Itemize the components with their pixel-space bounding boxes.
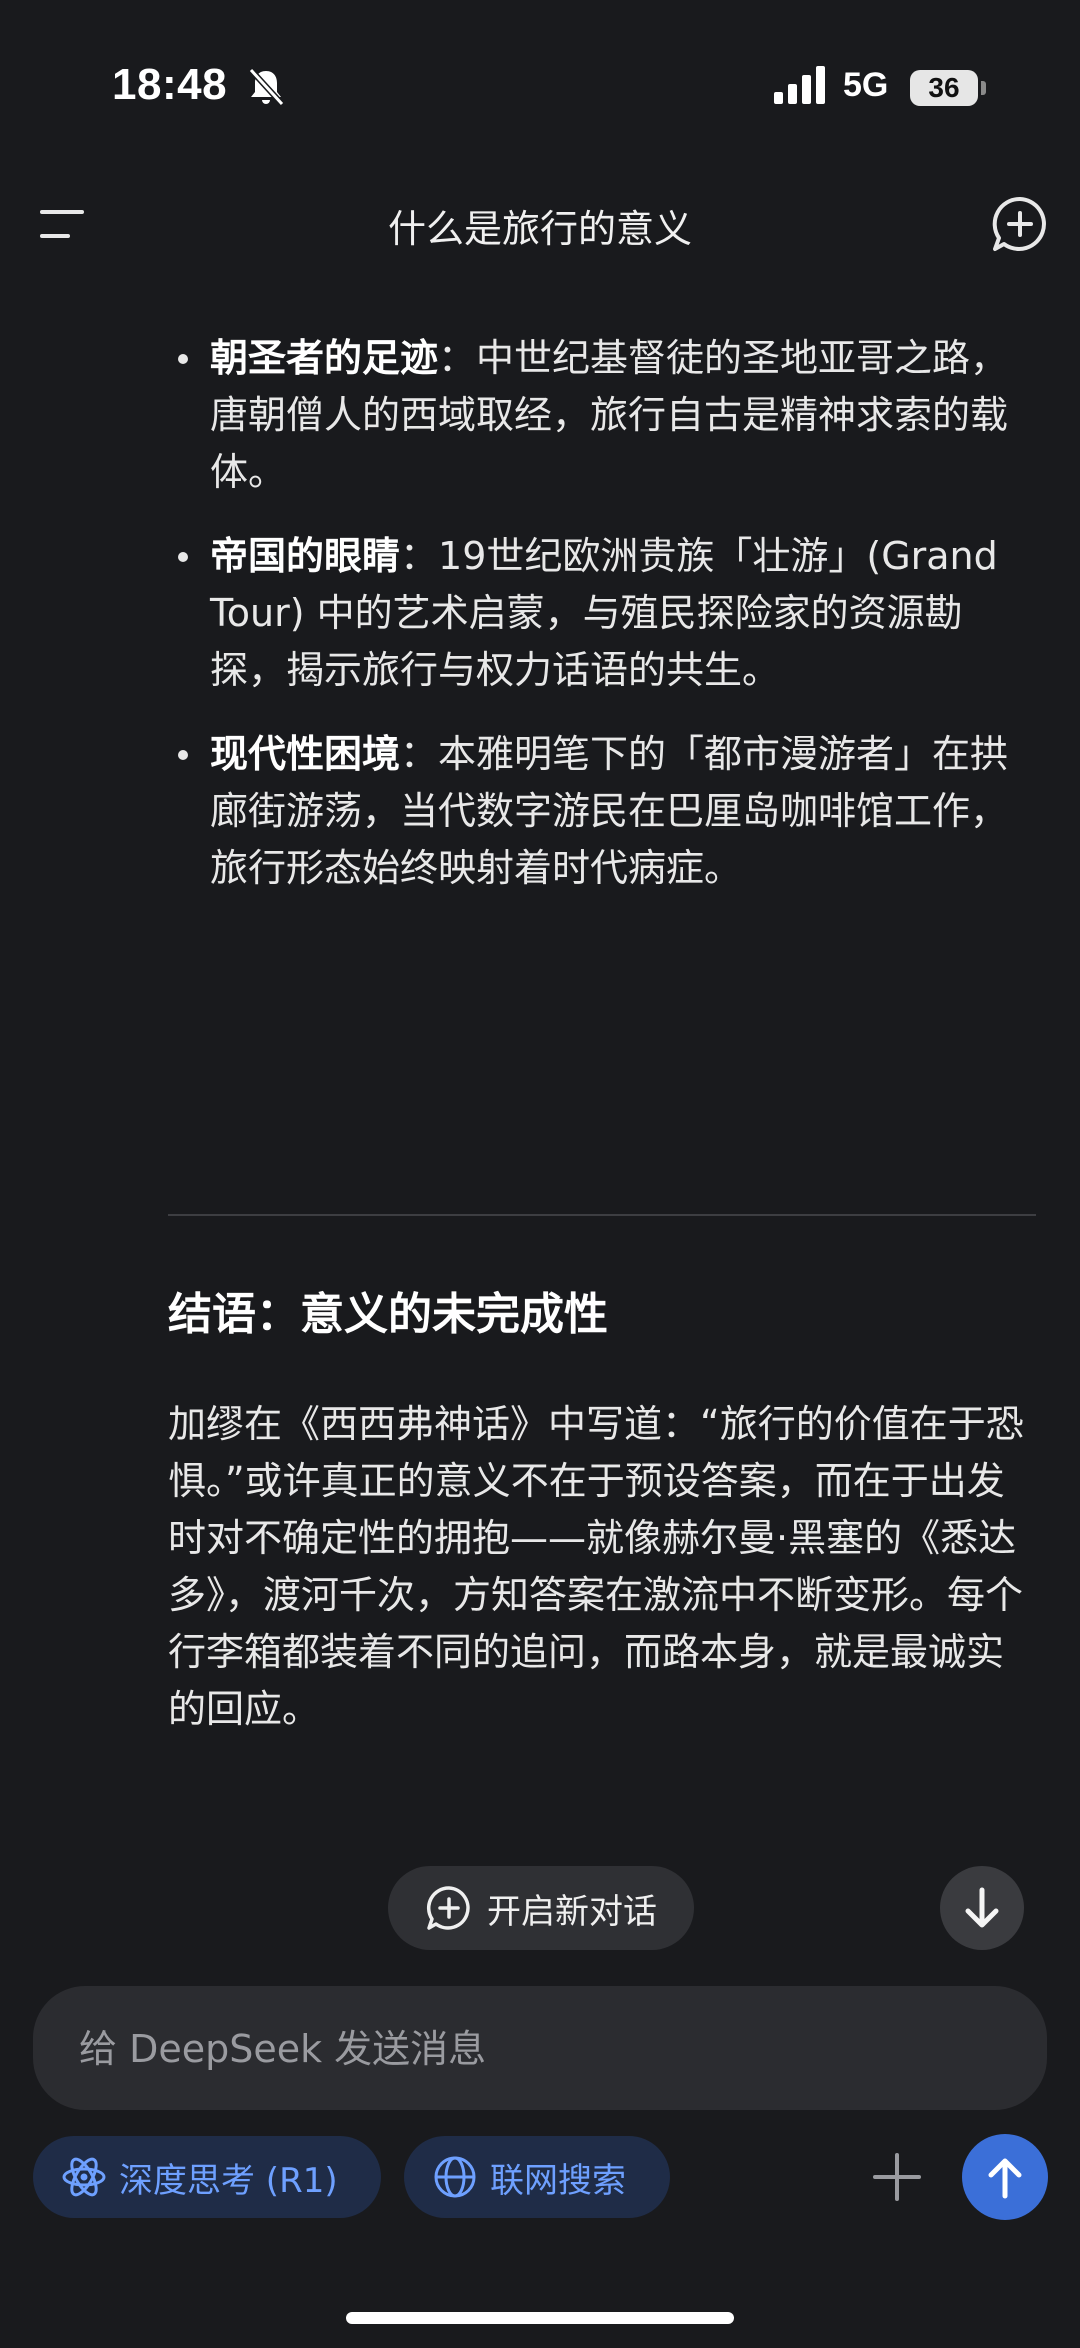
globe-icon: [434, 2156, 476, 2198]
arrow-up-icon: [988, 2158, 1022, 2199]
message-input[interactable]: [77, 1986, 981, 2112]
page-title: 什么是旅行的意义: [387, 207, 692, 251]
message-input-box[interactable]: [33, 1986, 1047, 2112]
bullet-dot: [178, 354, 188, 364]
web-search-toggle[interactable]: 联网搜索: [404, 2136, 670, 2218]
home-indicator: [346, 2312, 734, 2324]
list-item: 帝国的眼睛：19世纪欧洲贵族「壮游」(Grand Tour) 中的艺术启蒙，与殖…: [0, 528, 1080, 699]
bell-off-icon: [248, 67, 285, 107]
new-dialog-label: 开启新对话: [487, 1891, 657, 1932]
web-search-label: 联网搜索: [490, 2160, 626, 2201]
section-heading: 结语：意义的未完成性: [168, 1289, 608, 1340]
bullet-term: 朝圣者的足迹: [210, 336, 439, 380]
send-button[interactable]: [962, 2134, 1048, 2220]
bullet-term: 现代性困境: [210, 732, 401, 776]
battery-tip: [981, 81, 986, 95]
list-item: 朝圣者的足迹：中世纪基督徒的圣地亚哥之路，唐朝僧人的西域取经，旅行自古是精神求索…: [0, 330, 1080, 501]
list-item: 现代性困境：本雅明笔下的「都市漫游者」在拱廊街游荡，当代数字游民在巴厘岛咖啡馆工…: [0, 726, 1080, 897]
bullet-term: 帝国的眼睛: [210, 534, 401, 578]
bullet-dot: [178, 750, 188, 760]
chat-plus-icon: [426, 1886, 470, 1930]
message-content: 朝圣者的足迹：中世纪基督徒的圣地亚哥之路，唐朝僧人的西域取经，旅行自古是精神求索…: [0, 330, 1080, 924]
signal-icon: [774, 66, 825, 104]
scroll-down-button[interactable]: [940, 1866, 1024, 1950]
status-bar: 18:48 5G 36: [0, 0, 1080, 180]
network-type: 5G: [843, 66, 889, 104]
divider: [168, 1214, 1036, 1216]
atom-icon: [62, 2157, 106, 2197]
conclusion-paragraph: 加缪在《西西弗神话》中写道：“旅行的价值在于恐惧。”或许真正的意义不在于预设答案…: [168, 1402, 1024, 1731]
arrow-down-icon: [965, 1887, 999, 1928]
status-time: 18:48: [112, 60, 228, 109]
new-chat-icon[interactable]: [990, 194, 1050, 254]
battery-icon: 36: [910, 70, 978, 106]
plus-icon[interactable]: [870, 2150, 924, 2204]
bullet-list: 朝圣者的足迹：中世纪基督徒的圣地亚哥之路，唐朝僧人的西域取经，旅行自古是精神求索…: [0, 330, 1080, 897]
bullet-dot: [178, 552, 188, 562]
deep-think-toggle[interactable]: 深度思考 (R1): [33, 2136, 381, 2218]
new-dialog-button[interactable]: 开启新对话: [388, 1866, 694, 1950]
deep-think-label: 深度思考 (R1): [119, 2160, 338, 2201]
